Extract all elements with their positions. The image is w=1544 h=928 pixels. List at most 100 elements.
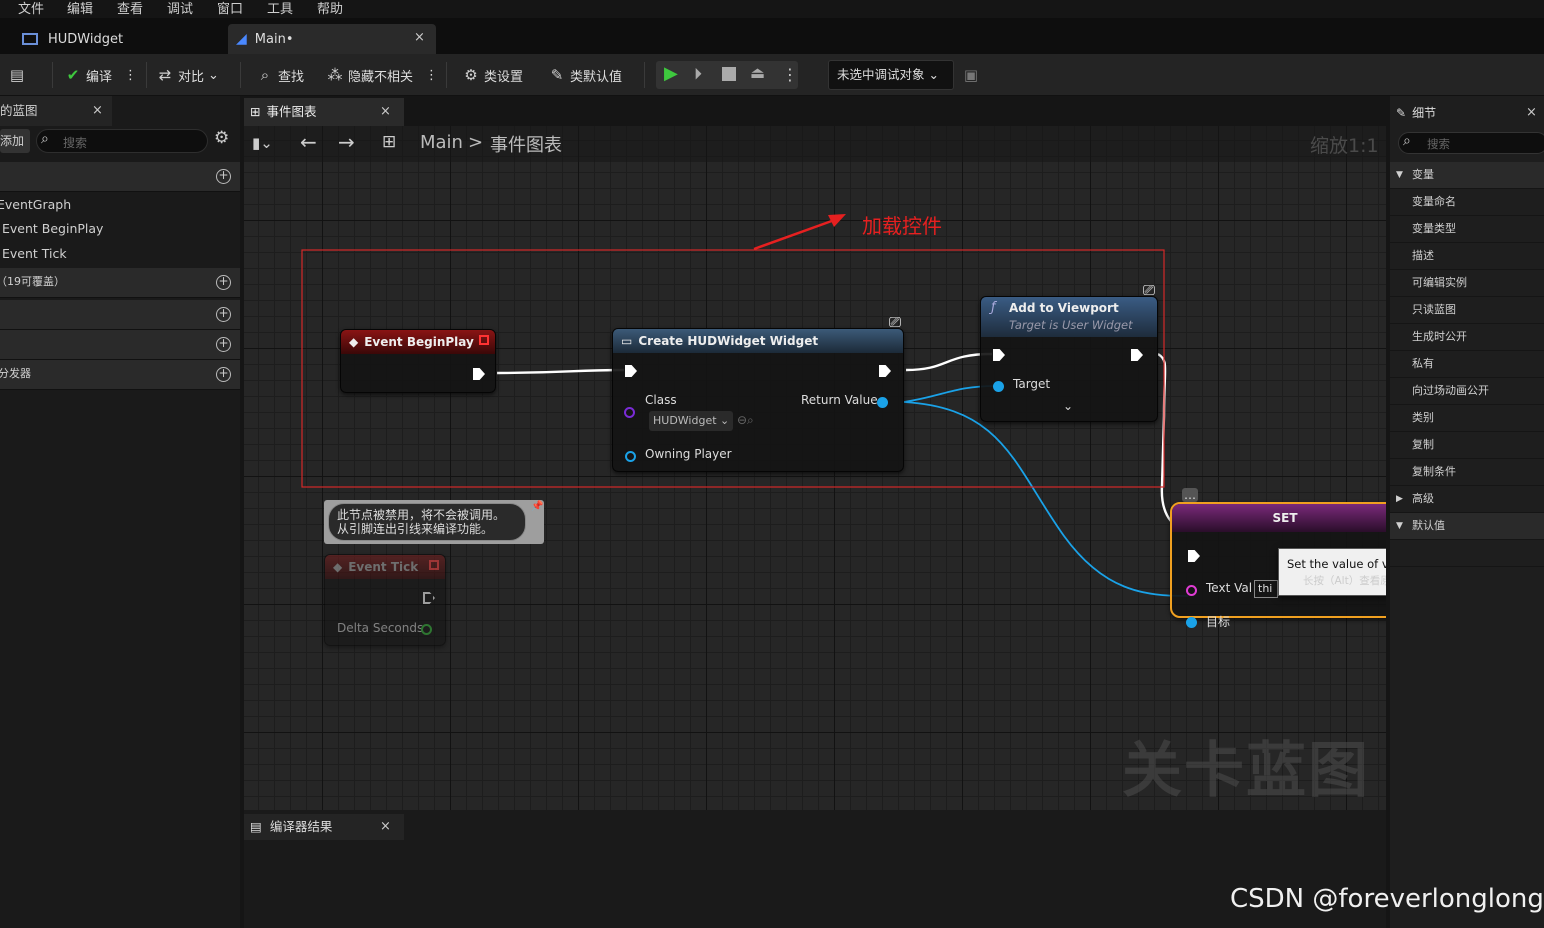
section-variable[interactable]: ▼ 变量 <box>1390 162 1544 189</box>
play-icon[interactable]: ▶ <box>664 63 678 84</box>
graphs-section-header[interactable]: + <box>0 162 240 192</box>
diff-button[interactable]: ⇄ 对比 ⌄ <box>156 54 219 96</box>
close-icon[interactable]: × <box>414 30 425 45</box>
divider <box>240 62 241 88</box>
step-icon[interactable]: ⏵ <box>694 64 702 84</box>
detail-row[interactable]: 描述 <box>1390 243 1544 270</box>
class-select[interactable]: HUDWidget ⌄ <box>649 411 733 431</box>
class-settings-button[interactable]: ⚙ 类设置 <box>462 54 523 96</box>
detail-row[interactable]: 复制条件 <box>1390 459 1544 486</box>
find-button[interactable]: ⌕ 查找 <box>256 54 304 96</box>
class-label: Class <box>645 393 677 407</box>
event-beginplay-node[interactable]: ◆ Event BeginPlay <box>340 329 496 393</box>
delegate-pin-icon[interactable] <box>429 560 439 570</box>
tab-hudwidget[interactable]: HUDWidget <box>0 24 226 54</box>
text-val-input[interactable]: thi <box>1254 580 1278 598</box>
close-icon[interactable]: × <box>1526 100 1537 126</box>
detail-row[interactable]: 生成时公开 <box>1390 324 1544 351</box>
add-circle-icon[interactable]: + <box>216 307 231 322</box>
exec-input-pin[interactable] <box>1188 550 1200 562</box>
exec-input-pin[interactable] <box>993 349 1005 361</box>
save-button[interactable]: ▤ <box>8 54 30 96</box>
exec-output-pin[interactable] <box>423 592 435 604</box>
detail-row[interactable]: 私有 <box>1390 351 1544 378</box>
exec-input-pin[interactable] <box>625 365 637 377</box>
eject-icon[interactable]: ⏏ <box>750 63 765 82</box>
owning-player-pin[interactable] <box>625 451 636 462</box>
more-options-icon[interactable]: ⋮ <box>124 68 137 83</box>
list-item[interactable]: Event Tick <box>0 243 240 265</box>
dispatchers-label: 分发器 <box>0 367 31 380</box>
functions-section-header[interactable]: （19可覆盖） + <box>0 268 240 298</box>
exec-output-pin[interactable] <box>879 365 891 377</box>
tab-main[interactable]: ◢ Main• × <box>228 24 436 54</box>
close-icon[interactable]: × <box>92 96 103 126</box>
pin-icon[interactable]: 📌 <box>531 501 543 512</box>
text-val-pin[interactable] <box>1186 585 1197 596</box>
add-circle-icon[interactable]: + <box>216 275 231 290</box>
csdn-credit-watermark: CSDN @foreverlonglong <box>1230 884 1544 914</box>
debug-object-select[interactable]: 未选中调试对象 ⌄ <box>828 60 954 90</box>
delegate-pin-icon[interactable] <box>479 335 489 345</box>
close-icon[interactable]: × <box>380 814 391 840</box>
detail-row[interactable]: 向过场动画公开 <box>1390 378 1544 405</box>
tab-event-graph[interactable]: ⊞ 事件图表 × <box>244 98 404 126</box>
delta-seconds-pin[interactable] <box>421 624 432 635</box>
return-value-pin[interactable] <box>877 397 888 408</box>
more-options-icon[interactable]: ⋮ <box>782 65 798 84</box>
event-tick-node[interactable]: ◆ Event Tick Delta Seconds <box>324 554 446 646</box>
list-item[interactable]: EventGraph <box>0 194 240 216</box>
add-button[interactable]: 添加 <box>0 129 30 153</box>
macros-section-header[interactable]: + <box>0 300 240 330</box>
target-pin[interactable] <box>993 381 1004 392</box>
add-to-viewport-node[interactable]: ƒ Add to Viewport Target is User Widget … <box>980 281 1158 422</box>
class-pin[interactable] <box>624 407 635 418</box>
create-widget-node[interactable]: ▭ Create HUDWidget Widget ⎚ Class HUDWidg… <box>612 313 904 472</box>
dispatchers-section-header[interactable]: 分发器 + <box>0 360 240 390</box>
detail-row[interactable]: 只读蓝图 <box>1390 297 1544 324</box>
tab-compiler-results[interactable]: ▤ 编译器结果 × <box>244 814 404 840</box>
gear-icon[interactable]: ⚙ <box>214 128 229 148</box>
stop-icon[interactable] <box>722 67 736 81</box>
add-circle-icon[interactable]: + <box>216 337 231 352</box>
section-advanced[interactable]: ▶ 高级 <box>1390 486 1544 513</box>
document-tab-bar: HUDWidget ◢ Main• × <box>0 18 1544 54</box>
my-blueprint-tab[interactable]: 的蓝图 × <box>0 96 112 126</box>
play-controls: ▶ ⏵ ⏏ ⋮ <box>656 61 798 89</box>
add-circle-icon[interactable]: + <box>216 367 231 382</box>
section-default-value[interactable]: ▼ 默认值 <box>1390 513 1544 540</box>
detail-row[interactable]: 可编辑实例 <box>1390 270 1544 297</box>
hide-unrelated-button[interactable]: ⁂ 隐藏不相关 ⋮ <box>326 54 439 96</box>
close-icon[interactable]: × <box>380 98 391 126</box>
chevron-down-icon: ⌄ <box>928 67 939 82</box>
tab-details[interactable]: ✎ 细节 × <box>1390 100 1544 126</box>
detail-row[interactable]: 复制 <box>1390 432 1544 459</box>
chevron-down-icon[interactable]: ⌄ <box>1063 399 1073 413</box>
client-only-icon: ⎚ <box>1143 281 1156 299</box>
event-graph-canvas[interactable]: ▮⌄ ← → ⊞ Main > 事件图表 缩放1:1 加载控件 ◆ Event B… <box>244 126 1386 810</box>
class-defaults-button[interactable]: ✎ 类默认值 <box>548 54 622 96</box>
exec-output-pin[interactable] <box>473 368 485 380</box>
detail-row[interactable]: 变量命名 <box>1390 189 1544 216</box>
left-search-input[interactable]: ⌕ 搜索 <box>36 129 208 153</box>
compile-button[interactable]: ✔ 编译 ⋮ <box>64 54 137 96</box>
target-pin[interactable] <box>1186 617 1197 628</box>
menu-view[interactable]: 查看 <box>117 0 143 17</box>
menu-debug[interactable]: 调试 <box>167 0 193 17</box>
exec-output-pin[interactable] <box>1131 349 1143 361</box>
more-options-icon[interactable]: ⋮ <box>425 68 438 83</box>
browse-icon[interactable]: ⊖⌕ <box>737 413 754 428</box>
add-circle-icon[interactable]: + <box>216 169 231 184</box>
menu-file[interactable]: 文件 <box>18 0 44 17</box>
menu-edit[interactable]: 编辑 <box>67 0 93 17</box>
list-item[interactable]: Event BeginPlay <box>0 218 240 240</box>
detail-row[interactable]: 类别 <box>1390 405 1544 432</box>
menu-tools[interactable]: 工具 <box>267 0 293 17</box>
menu-window[interactable]: 窗口 <box>217 0 243 17</box>
variables-section-header[interactable]: + <box>0 330 240 360</box>
menu-help[interactable]: 帮助 <box>317 0 343 17</box>
details-search-input[interactable]: ⌕ 搜索 <box>1398 132 1544 154</box>
detail-row[interactable]: 变量类型 <box>1390 216 1544 243</box>
comment-bubble-icon[interactable]: … <box>1182 488 1198 502</box>
debug-find-button[interactable]: ▣ <box>962 54 984 96</box>
